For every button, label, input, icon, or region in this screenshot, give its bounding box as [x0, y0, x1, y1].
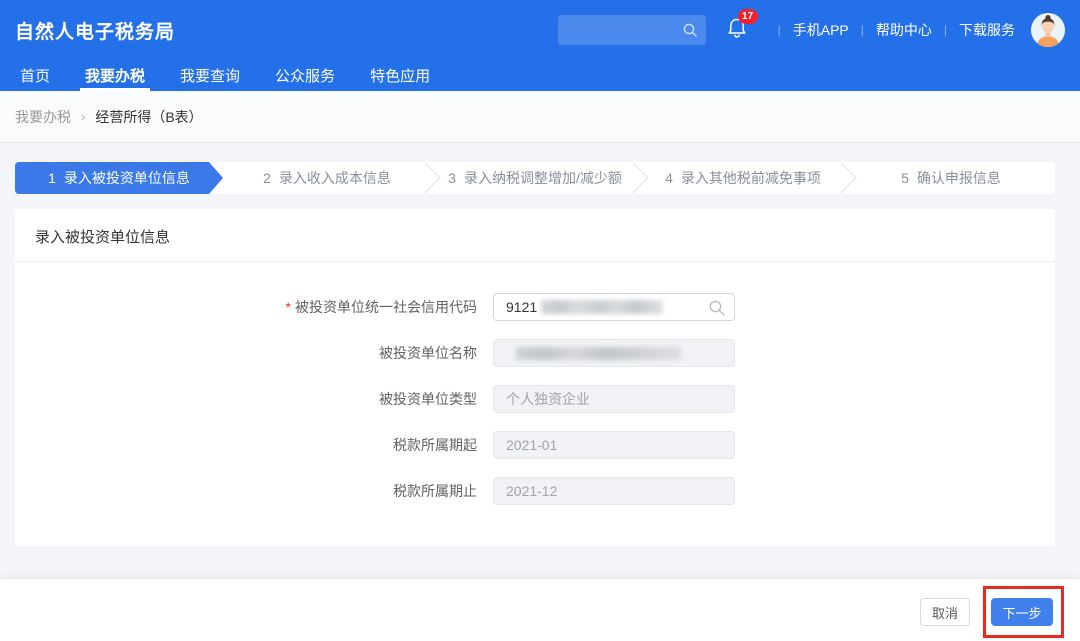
field-label: 税款所属期起: [393, 437, 477, 453]
header-divider: |: [777, 23, 781, 37]
nav-public-service[interactable]: 公众服务: [270, 60, 340, 91]
form-row-credit-code: * 被投资单位统一社会信用代码 9121: [15, 293, 1055, 321]
step-number: 3: [448, 170, 456, 186]
section-title: 录入被投资单位信息: [15, 209, 1055, 262]
step-label: 确认申报信息: [916, 170, 1001, 186]
step-number: 2: [263, 170, 271, 186]
form-card: 录入被投资单位信息 * 被投资单位统一社会信用代码 9121 被投资单位名称 被…: [15, 209, 1055, 546]
step-label: 录入其他税前减免事项: [680, 170, 821, 186]
search-icon: [682, 22, 698, 43]
redacted-text: [541, 300, 664, 314]
header-divider: |: [943, 23, 947, 37]
notification-bell[interactable]: 17: [726, 9, 758, 45]
field-label: 被投资单位类型: [379, 391, 477, 407]
wizard-step-3[interactable]: 3 录入纳税调整增加/减少额: [431, 162, 639, 194]
top-header: 自然人电子税务局 17 | 手机APP | 帮助中心 | 下载服务: [0, 0, 1080, 60]
form-row-unit-type: 被投资单位类型 个人独资企业: [15, 385, 1055, 413]
nav-featured-apps[interactable]: 特色应用: [365, 60, 435, 91]
step-number: 5: [901, 170, 909, 186]
step-number: 1: [48, 170, 56, 186]
step-label: 录入纳税调整增加/减少额: [463, 170, 622, 186]
field-label: 税款所属期止: [393, 483, 477, 499]
breadcrumb-parent[interactable]: 我要办税: [15, 107, 71, 127]
unit-type-input: 个人独资企业: [493, 385, 735, 413]
notification-badge: 17: [737, 9, 758, 24]
wizard-step-2[interactable]: 2 录入收入成本信息: [223, 162, 431, 194]
link-mobile-app[interactable]: 手机APP: [793, 20, 849, 40]
wizard-step-5[interactable]: 5 确认申报信息: [847, 162, 1055, 194]
field-label: 被投资单位名称: [379, 345, 477, 361]
header-search: [557, 15, 706, 45]
page-content: 1 录入被投资单位信息 2 录入收入成本信息 3 录入纳税调整增加/减少额 4 …: [0, 143, 1080, 546]
form-row-period-start: 税款所属期起 2021-01: [15, 431, 1055, 459]
breadcrumb-current: 经营所得（B表）: [95, 108, 203, 125]
nav-tax-handling[interactable]: 我要办税: [80, 60, 151, 91]
redacted-text: [516, 346, 681, 360]
step-label: 录入收入成本信息: [278, 170, 391, 186]
link-download-service[interactable]: 下载服务: [959, 20, 1015, 40]
period-end-input: 2021-12: [493, 477, 735, 505]
required-asterisk: *: [285, 299, 291, 315]
cancel-button[interactable]: 取消: [920, 598, 970, 626]
step-label: 录入被投资单位信息: [63, 170, 190, 186]
nav-inquiry[interactable]: 我要查询: [175, 60, 245, 91]
wizard-step-4[interactable]: 4 录入其他税前减免事项: [639, 162, 847, 194]
step-wizard: 1 录入被投资单位信息 2 录入收入成本信息 3 录入纳税调整增加/减少额 4 …: [15, 162, 1055, 194]
wizard-step-1[interactable]: 1 录入被投资单位信息: [15, 162, 223, 194]
breadcrumb: 我要办税 › 经营所得（B表）: [0, 91, 1080, 143]
credit-code-value: 9121: [506, 299, 538, 315]
app-title: 自然人电子税务局: [15, 21, 176, 43]
nav-home[interactable]: 首页: [15, 60, 55, 91]
user-avatar[interactable]: [1031, 13, 1065, 47]
breadcrumb-separator-icon: ›: [81, 109, 86, 124]
form-row-period-end: 税款所属期止 2021-12: [15, 477, 1055, 505]
field-label: * 被投资单位统一社会信用代码: [285, 299, 477, 315]
unit-name-input: [493, 339, 735, 367]
action-footer: 取消 下一步: [0, 578, 1080, 641]
next-step-button[interactable]: 下一步: [991, 598, 1053, 626]
main-nav: 首页 我要办税 我要查询 公众服务 特色应用: [0, 60, 1080, 91]
period-start-input: 2021-01: [493, 431, 735, 459]
link-help-center[interactable]: 帮助中心: [876, 20, 932, 40]
step-number: 4: [665, 170, 673, 186]
form-row-unit-name: 被投资单位名称: [15, 339, 1055, 367]
credit-code-input[interactable]: 9121: [493, 293, 735, 321]
lookup-search-icon[interactable]: [708, 299, 726, 320]
header-divider: |: [860, 23, 864, 37]
